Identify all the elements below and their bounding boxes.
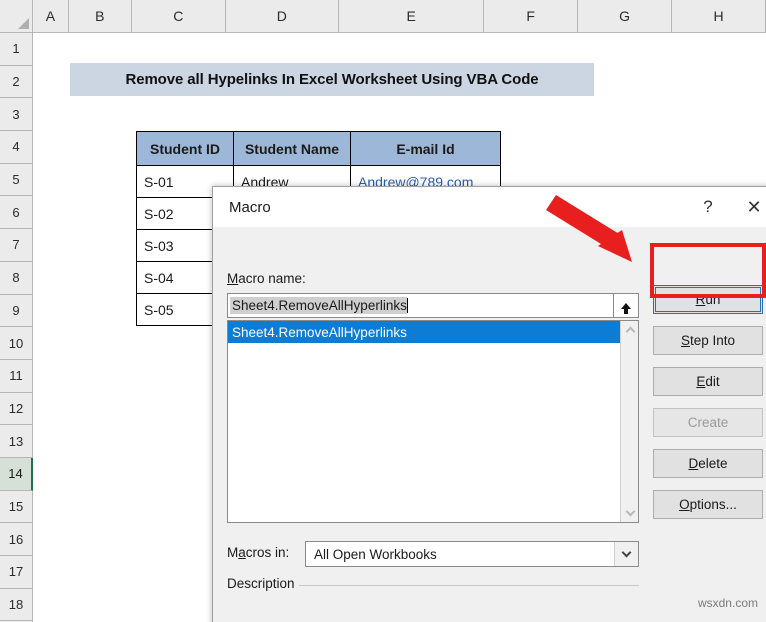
macro-dialog: Macro ? ✕ Macro name: Sheet4.RemoveAllHy… <box>212 186 766 622</box>
column-header-row: ABCDEFGH <box>33 0 766 33</box>
worksheet-title-text: Remove all Hypelinks In Excel Worksheet … <box>125 71 539 88</box>
macro-name-value: Sheet4.RemoveAllHyperlinks <box>230 297 407 314</box>
column-header-a[interactable]: A <box>33 0 69 32</box>
macros-in-value: All Open Workbooks <box>314 546 437 562</box>
dialog-body: Macro name: Sheet4.RemoveAllHyperlinks S… <box>213 227 766 622</box>
macro-list-item[interactable]: Sheet4.RemoveAllHyperlinks <box>228 321 620 343</box>
dialog-title-bar[interactable]: Macro ? ✕ <box>213 187 766 227</box>
row-header-12[interactable]: 12 <box>0 392 32 426</box>
table-header-student-name: Student Name <box>233 131 351 166</box>
column-header-h[interactable]: H <box>672 0 766 32</box>
row-header-column: 1 2 3 4 5 6 7 8 9 10 11 12 13 14 15 16 17 18 <box>0 33 33 622</box>
row-header-18[interactable]: 18 <box>0 588 32 622</box>
row-header-14[interactable]: 14 <box>0 457 33 491</box>
text-caret <box>406 298 408 313</box>
row-header-1[interactable]: 1 <box>0 33 32 66</box>
table-header-email-id: E-mail Id <box>350 131 501 166</box>
row-header-9[interactable]: 9 <box>0 294 32 328</box>
dialog-title: Macro <box>229 198 271 216</box>
row-header-3[interactable]: 3 <box>0 98 32 132</box>
row-header-7[interactable]: 7 <box>0 229 32 262</box>
macro-list-items: Sheet4.RemoveAllHyperlinks <box>228 321 620 522</box>
macros-in-dropdown[interactable]: All Open Workbooks <box>305 541 639 567</box>
macro-name-input[interactable]: Sheet4.RemoveAllHyperlinks <box>227 293 622 318</box>
help-icon[interactable]: ? <box>685 187 731 227</box>
select-all-triangle-icon <box>18 18 29 29</box>
chevron-up-icon[interactable] <box>621 321 639 339</box>
row-header-15[interactable]: 15 <box>0 490 32 524</box>
description-divider <box>299 585 639 586</box>
chevron-down-icon[interactable] <box>614 542 638 566</box>
close-icon[interactable]: ✕ <box>731 187 766 227</box>
table-header-student-id: Student ID <box>136 131 234 166</box>
column-header-g[interactable]: G <box>578 0 673 32</box>
row-header-16[interactable]: 16 <box>0 523 32 556</box>
macros-in-label: Macros in: <box>227 545 290 560</box>
run-button[interactable]: Run <box>653 285 763 314</box>
column-header-b[interactable]: B <box>69 0 132 32</box>
select-all-corner[interactable] <box>0 0 33 33</box>
step-into-button[interactable]: Step Into <box>653 326 763 355</box>
column-header-f[interactable]: F <box>484 0 579 32</box>
options-button[interactable]: Options... <box>653 490 763 519</box>
row-header-11[interactable]: 11 <box>0 359 32 393</box>
row-header-8[interactable]: 8 <box>0 261 32 295</box>
watermark: wsxdn.com <box>697 596 758 610</box>
macro-list-scrollbar[interactable] <box>620 321 638 522</box>
delete-button[interactable]: Delete <box>653 449 763 478</box>
create-button: Create <box>653 408 763 437</box>
worksheet-title-banner: Remove all Hypelinks In Excel Worksheet … <box>70 63 594 96</box>
column-header-e[interactable]: E <box>339 0 485 32</box>
dialog-window-controls: ? ✕ <box>685 187 766 227</box>
row-header-2[interactable]: 2 <box>0 65 32 99</box>
row-header-10[interactable]: 10 <box>0 327 32 360</box>
row-header-6[interactable]: 6 <box>0 196 32 230</box>
macro-list-box[interactable]: Sheet4.RemoveAllHyperlinks <box>227 320 639 523</box>
row-header-17[interactable]: 17 <box>0 556 32 589</box>
excel-macro-screen: ABCDEFGH 1 2 3 4 5 6 7 8 9 10 11 12 13 14 15 16 17 18 Rem… <box>0 0 766 622</box>
row-header-13[interactable]: 13 <box>0 425 32 458</box>
edit-button[interactable]: Edit <box>653 367 763 396</box>
column-header-c[interactable]: C <box>132 0 226 32</box>
table-header-row: Student ID Student Name E-mail Id <box>136 131 501 166</box>
row-header-5[interactable]: 5 <box>0 163 32 197</box>
description-label: Description <box>227 576 295 591</box>
column-header-d[interactable]: D <box>226 0 339 32</box>
chevron-down-icon[interactable] <box>621 504 639 522</box>
arrow-up-icon[interactable] <box>613 293 639 318</box>
macro-name-label: Macro name: <box>227 271 306 286</box>
row-header-4[interactable]: 4 <box>0 131 32 164</box>
